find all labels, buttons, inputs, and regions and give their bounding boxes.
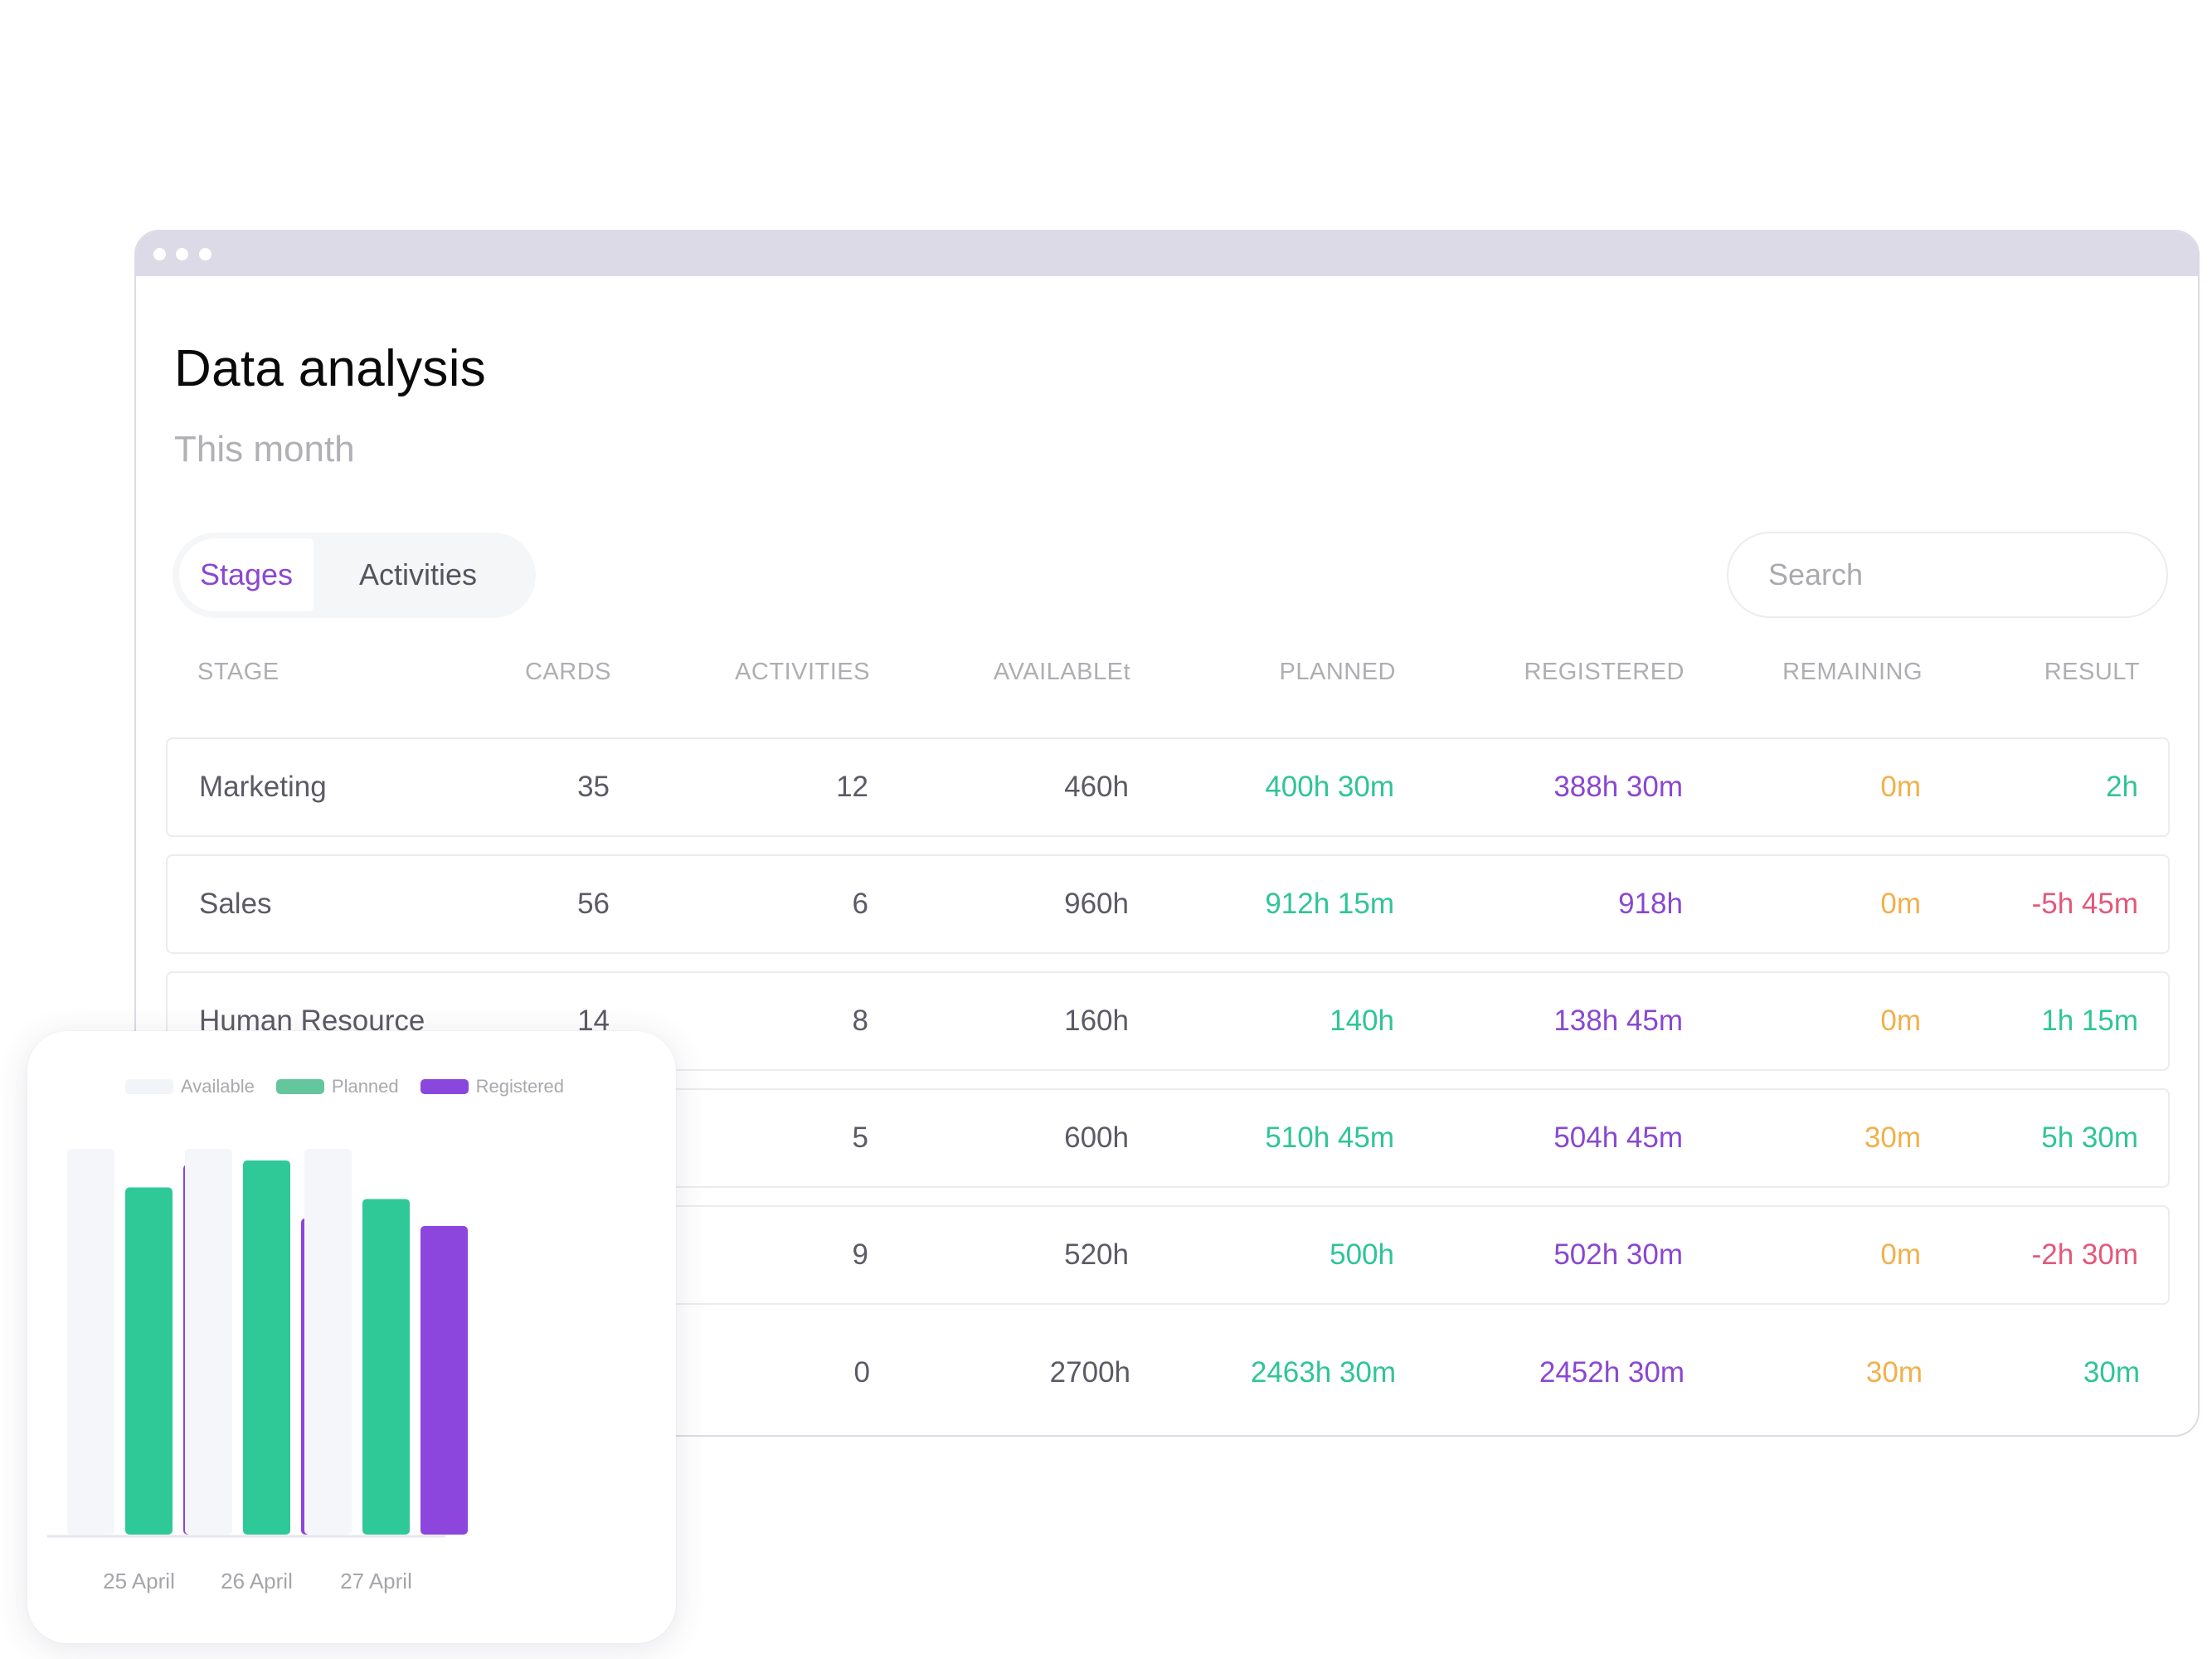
remaining-cell: 0m: [1880, 888, 1921, 920]
registered-cell: 502h 30m: [1553, 1238, 1683, 1271]
bar-available[interactable]: [67, 1149, 114, 1535]
bar-planned[interactable]: [243, 1160, 290, 1535]
x-tick-label: 27 April: [340, 1569, 412, 1593]
registered-cell: 2452h 30m: [1539, 1356, 1685, 1389]
x-tick-label: 25 April: [103, 1569, 175, 1593]
table-row[interactable]: Marketing 35 12 460h 400h 30m 388h 30m 0m 2h: [166, 737, 2170, 837]
column-header-activities[interactable]: ACTIVITIES: [735, 659, 870, 686]
cards-cell: 35: [577, 771, 610, 803]
bar-available[interactable]: [304, 1149, 352, 1535]
remaining-cell: 0m: [1880, 771, 1921, 803]
planned-cell: 500h: [1330, 1238, 1394, 1271]
view-toggle: Stages Activities: [173, 533, 536, 618]
bar-planned[interactable]: [125, 1187, 173, 1535]
result-cell: -2h 30m: [2031, 1238, 2138, 1271]
remaining-cell: 30m: [1865, 1356, 1923, 1389]
remaining-cell: 0m: [1880, 1005, 1921, 1037]
column-header-available[interactable]: AVAILABLEt: [994, 659, 1130, 686]
available-cell: 600h: [1064, 1121, 1129, 1154]
remaining-cell: 30m: [1864, 1121, 1921, 1154]
window-dot-icon: [176, 248, 188, 260]
activities-cell: 6: [852, 888, 868, 920]
window-dot-icon: [153, 248, 166, 260]
column-header-cards[interactable]: CARDS: [525, 659, 611, 686]
column-header-remaining[interactable]: REMAINING: [1782, 659, 1923, 686]
registered-cell: 388h 30m: [1553, 771, 1683, 803]
registered-cell: 504h 45m: [1553, 1121, 1683, 1154]
available-cell: 960h: [1064, 888, 1129, 920]
column-header-result[interactable]: RESULT: [2044, 659, 2140, 686]
tab-activities[interactable]: Activities: [359, 538, 477, 611]
cards-cell: 56: [577, 888, 610, 920]
result-cell: -5h 45m: [2031, 888, 2138, 920]
planned-cell: 400h 30m: [1265, 771, 1394, 803]
bar-registered[interactable]: [421, 1226, 468, 1535]
activities-cell: 9: [852, 1238, 868, 1271]
column-header-stage[interactable]: STAGE: [197, 659, 280, 686]
column-header-planned[interactable]: PLANNED: [1280, 659, 1397, 686]
window-dot-icon: [199, 248, 211, 260]
table-header: STAGE CARDS ACTIVITIES AVAILABLEt PLANNE…: [136, 659, 2198, 692]
registered-cell: 918h: [1618, 888, 1683, 920]
search-input[interactable]: [1727, 532, 2168, 618]
chart-card: Available Planned Registered 25 April 26 …: [27, 1031, 676, 1643]
available-cell: 460h: [1064, 771, 1129, 803]
registered-cell: 138h 45m: [1553, 1005, 1683, 1037]
column-header-registered[interactable]: REGISTERED: [1524, 659, 1685, 686]
available-cell: 2700h: [1049, 1356, 1130, 1389]
available-cell: 520h: [1064, 1238, 1129, 1271]
period-label: This month: [174, 429, 355, 469]
window-titlebar: [136, 231, 2198, 276]
activities-cell: 12: [836, 771, 868, 803]
activities-cell: 5: [852, 1121, 868, 1154]
result-cell: 1h 15m: [2041, 1005, 2138, 1037]
result-cell: 5h 30m: [2041, 1121, 2138, 1154]
stage-name-cell: Sales: [199, 888, 272, 920]
activities-cell: 0: [853, 1356, 870, 1389]
planned-cell: 140h: [1330, 1005, 1394, 1037]
bar-chart: 25 April 26 April 27 April: [47, 1149, 468, 1593]
activities-cell: 8: [852, 1005, 868, 1037]
planned-cell: 2463h 30m: [1250, 1356, 1396, 1389]
stage-name-cell: Marketing: [199, 771, 327, 803]
planned-cell: 510h 45m: [1265, 1121, 1394, 1154]
table-row[interactable]: Sales 56 6 960h 912h 15m 918h 0m -5h 45m: [166, 854, 2170, 954]
bar-available[interactable]: [185, 1149, 232, 1535]
result-cell: 30m: [2083, 1356, 2140, 1389]
x-tick-label: 26 April: [221, 1569, 293, 1593]
remaining-cell: 0m: [1880, 1238, 1921, 1271]
result-cell: 2h: [2106, 771, 2138, 803]
tab-stages[interactable]: Stages: [179, 538, 314, 611]
page-title: Data analysis: [174, 340, 487, 397]
bar-planned[interactable]: [362, 1199, 410, 1535]
available-cell: 160h: [1064, 1005, 1129, 1037]
planned-cell: 912h 15m: [1265, 888, 1394, 920]
